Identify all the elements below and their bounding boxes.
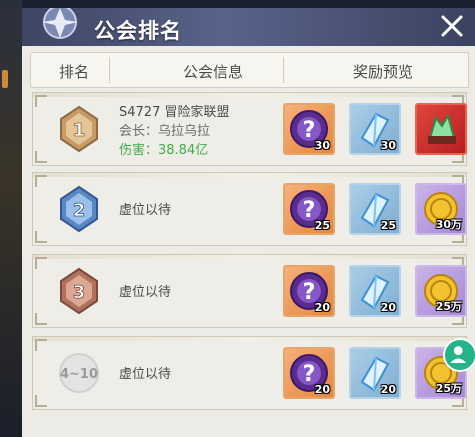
svg-text:?: ? — [303, 118, 316, 143]
svg-text:?: ? — [303, 362, 316, 387]
header-divider — [109, 57, 110, 83]
reward-quantity: 30 — [314, 139, 330, 152]
reward-crystal[interactable]: 30 — [349, 103, 401, 155]
emblem-icon — [42, 8, 78, 39]
rank-badge-icon: 4~10 — [59, 353, 99, 393]
reward-crystal[interactable]: 25 — [349, 183, 401, 235]
column-rank: 排名 — [59, 63, 90, 81]
table-header: 排名 公会信息 奖励预览 — [30, 52, 469, 88]
vacant-text: 虚位以待 — [119, 367, 172, 382]
rank-number: 4~10 — [60, 367, 98, 382]
reward-quantity: 30 — [380, 139, 396, 152]
reward-gold-coin[interactable]: 30万 — [415, 183, 467, 235]
ranking-row-1: 1 S4727 冒险家联盟 会长：乌拉乌拉 伤害：38.84亿 ? 30 30 — [32, 92, 467, 166]
vacant-text: 虚位以待 — [119, 203, 172, 218]
svg-text:?: ? — [303, 280, 316, 305]
ranking-row-4: 4~10 虚位以待 ? 20 20 25万 — [32, 336, 467, 410]
column-rewards: 奖励预览 — [353, 63, 414, 81]
guild-damage: 伤害：38.84亿 — [119, 143, 209, 158]
guild-ranking-panel: 公会排名 排名 公会信息 奖励预览 1 S4727 冒险家联盟 会长：乌拉乌拉 … — [22, 8, 475, 437]
vacant-text: 虚位以待 — [119, 285, 172, 300]
reward-quantity: 20 — [314, 383, 330, 396]
rank-number: 1 — [73, 120, 86, 141]
rank-number: 2 — [73, 200, 86, 221]
reward-quantity: 30万 — [435, 218, 462, 231]
header-divider — [283, 57, 284, 83]
svg-text:?: ? — [303, 198, 316, 223]
reward-crystal[interactable]: 20 — [349, 265, 401, 317]
rank-badge-icon: 2 — [60, 185, 98, 233]
guild-name: S4727 冒险家联盟 — [119, 105, 230, 120]
rank-badge-icon: 1 — [60, 105, 98, 153]
assistant-icon[interactable] — [443, 338, 475, 372]
reward-crystal[interactable]: 20 — [349, 347, 401, 399]
title-bar: 公会排名 — [22, 8, 475, 46]
column-info: 公会信息 — [183, 63, 244, 81]
reward-quantity: 25 — [380, 219, 396, 232]
ranking-row-2: 2 虚位以待 ? 25 25 30万 — [32, 172, 467, 246]
reward-mystery-orb[interactable]: ? 20 — [283, 265, 335, 317]
reward-quantity: 20 — [314, 301, 330, 314]
reward-gold-coin[interactable]: 25万 — [415, 265, 467, 317]
rank-badge-icon: 3 — [60, 267, 98, 315]
reward-mystery-orb[interactable]: ? 30 — [283, 103, 335, 155]
reward-quantity: 20 — [380, 301, 396, 314]
rank-number: 3 — [73, 282, 86, 303]
game-background — [0, 0, 22, 437]
reward-mystery-orb[interactable]: ? 25 — [283, 183, 335, 235]
reward-mystery-orb[interactable]: ? 20 — [283, 347, 335, 399]
reward-quantity: 25万 — [435, 300, 462, 313]
ranking-row-3: 3 虚位以待 ? 20 20 25万 — [32, 254, 467, 328]
reward-chest[interactable] — [415, 103, 467, 155]
page-title: 公会排名 — [94, 19, 182, 43]
reward-quantity: 20 — [380, 383, 396, 396]
guild-leader: 会长：乌拉乌拉 — [119, 124, 211, 139]
reward-quantity: 25 — [314, 219, 330, 232]
close-icon[interactable] — [439, 13, 465, 39]
reward-quantity: 25万 — [435, 382, 462, 395]
green-crystal-chest-icon — [428, 113, 456, 144]
